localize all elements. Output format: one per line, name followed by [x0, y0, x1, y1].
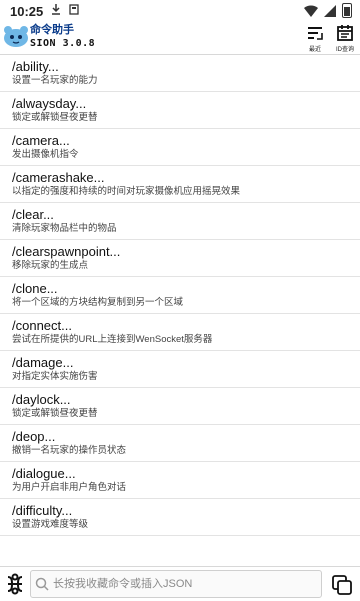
id-lookup-label: ID查询	[335, 47, 354, 53]
command-description: 锁定或解锁昼夜更替	[12, 408, 98, 419]
calendar-icon	[337, 25, 353, 41]
recent-list-icon	[308, 27, 323, 40]
command-row-connect[interactable]: /connect... 尝试在所提供的URL上连接到WenSocket服务器	[0, 314, 360, 351]
command-input[interactable]	[53, 571, 318, 597]
command-description: 尝试在所提供的URL上连接到WenSocket服务器	[12, 334, 213, 345]
command-row-alwaysday[interactable]: /alwaysday... 锁定或解锁昼夜更替	[0, 92, 360, 129]
command-name: /camera...	[12, 133, 70, 148]
status-time: 10:25	[10, 3, 44, 19]
command-description: 设置游戏难度等级	[12, 519, 89, 530]
command-name: /ability...	[12, 59, 59, 74]
command-description: 锁定或解锁昼夜更替	[12, 112, 98, 123]
app-logo-icon	[4, 26, 28, 47]
command-description: 移除玩家的生成点	[12, 260, 89, 271]
command-row-deop[interactable]: /deop... 撤销一名玩家的操作员状态	[0, 425, 360, 462]
command-name: /alwaysday...	[12, 96, 87, 111]
command-description: 清除玩家物品栏中的物品	[12, 223, 117, 234]
command-description: 将一个区域的方块结构复制到另一个区域	[12, 297, 184, 308]
command-name: /clear...	[12, 207, 54, 222]
command-row-dialogue[interactable]: /dialogue... 为用户开启非用户角色对话	[0, 462, 360, 499]
command-name: /camerashake...	[12, 170, 105, 185]
recent-label: 最近	[308, 47, 321, 53]
command-description: 设置一名玩家的能力	[12, 75, 98, 86]
command-row-daylock[interactable]: /daylock... 锁定或解锁昼夜更替	[0, 388, 360, 425]
command-name: /deop...	[12, 429, 56, 444]
copy-icon[interactable]	[331, 574, 353, 596]
command-description: 撤销一名玩家的操作员状态	[12, 445, 127, 456]
command-name: /daylock...	[12, 392, 71, 407]
command-row-clearspawnpoint[interactable]: /clearspawnpoint... 移除玩家的生成点	[0, 240, 360, 277]
command-description: 发出摄像机指令	[12, 149, 79, 160]
status-bar: 10:25	[0, 0, 360, 22]
battery-icon	[342, 3, 352, 18]
id-lookup-button[interactable]: ID查询	[332, 24, 358, 53]
command-description: 为用户开启非用户角色对话	[12, 482, 127, 493]
app-bar: 命令助手 SION 3.0.8 最近 ID查询	[0, 22, 360, 55]
command-name: /clearspawnpoint...	[12, 244, 121, 259]
command-name: /damage...	[12, 355, 74, 370]
notification-icon	[69, 4, 79, 18]
command-row-clone[interactable]: /clone... 将一个区域的方块结构复制到另一个区域	[0, 277, 360, 314]
command-name: /clone...	[12, 281, 58, 296]
command-row-clear[interactable]: /clear... 清除玩家物品栏中的物品	[0, 203, 360, 240]
command-row-damage[interactable]: /damage... 对指定实体实施伤害	[0, 351, 360, 388]
command-description: 对指定实体实施伤害	[12, 371, 98, 382]
app-version: SION 3.0.8	[30, 38, 96, 49]
command-search-box	[30, 570, 322, 598]
bottom-input-bar	[0, 566, 360, 601]
command-name: /difficulty...	[12, 503, 73, 518]
command-row-difficulty[interactable]: /difficulty... 设置游戏难度等级	[0, 499, 360, 536]
app-title-block: 命令助手 SION 3.0.8	[30, 24, 95, 50]
signal-icon	[324, 4, 336, 17]
command-list: /ability... 设置一名玩家的能力 /alwaysday... 锁定或解…	[0, 55, 360, 566]
command-name: /connect...	[12, 318, 72, 333]
command-name: /dialogue...	[12, 466, 76, 481]
app-title: 命令助手	[30, 24, 74, 36]
command-row-camerashake[interactable]: /camerashake... 以指定的强度和持续的时间对玩家摄像机应用摇晃效果	[0, 166, 360, 203]
wifi-icon	[304, 4, 318, 17]
recent-button[interactable]: 最近	[302, 24, 328, 53]
download-icon	[51, 4, 61, 18]
command-row-camera[interactable]: /camera... 发出摄像机指令	[0, 129, 360, 166]
command-description: 以指定的强度和持续的时间对玩家摄像机应用摇晃效果	[12, 186, 241, 197]
command-row-ability[interactable]: /ability... 设置一名玩家的能力	[0, 55, 360, 92]
search-icon	[35, 577, 49, 591]
command-menu-icon[interactable]	[3, 572, 27, 596]
